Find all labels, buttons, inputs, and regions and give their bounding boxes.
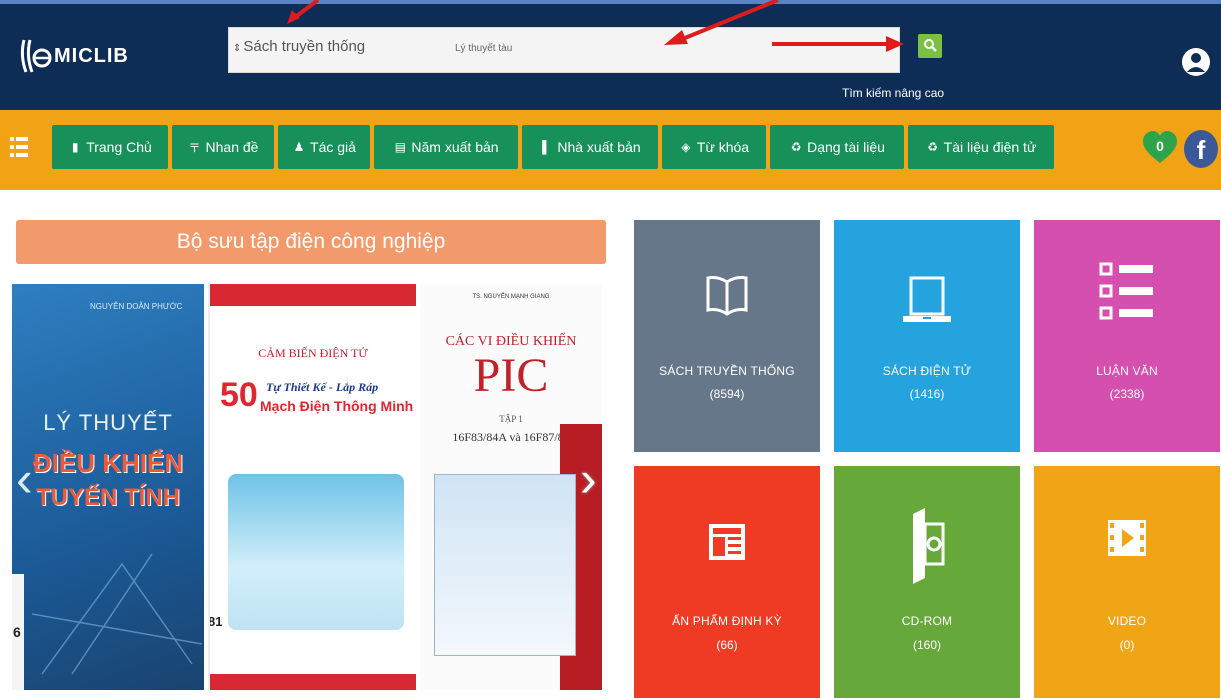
calendar-icon: ▤ bbox=[394, 140, 407, 154]
geometric-pattern bbox=[32, 553, 202, 675]
tile-theses[interactable]: LUẬN VĂN (2338) bbox=[1034, 220, 1220, 452]
book-author: TS. NGUYỄN MẠNH GIANG bbox=[472, 294, 550, 300]
tile-count: (66) bbox=[716, 638, 738, 652]
nav-author[interactable]: ♟ Tác giả bbox=[278, 125, 370, 169]
facebook-icon[interactable]: f bbox=[1184, 130, 1218, 168]
nav-publisher[interactable]: ▌ Nhà xuất bản bbox=[522, 125, 658, 169]
nav-label: Nhan đề bbox=[205, 139, 259, 155]
nav-label: Tác giả bbox=[310, 139, 356, 155]
person-icon: ♟ bbox=[293, 140, 305, 154]
search-bar: ⇕ Sách truyền thống Lý thuyết tàu bbox=[228, 27, 900, 73]
book-bottom-band bbox=[210, 674, 416, 690]
book-subtitle: CẢM BIẾN ĐIỆN TỬ bbox=[258, 346, 368, 360]
advanced-search-link[interactable]: Tìm kiếm nâng cao bbox=[842, 86, 944, 100]
list-icon bbox=[1099, 262, 1153, 320]
book-title-line: TUYẾN TÍNH bbox=[36, 484, 180, 511]
tile-traditional-books[interactable]: SÁCH TRUYỀN THỐNG (8594) bbox=[634, 220, 820, 452]
book-title-line: Mạch Điện Thông Minh bbox=[260, 398, 414, 414]
tile-label: SÁCH ĐIỆN TỬ bbox=[882, 364, 972, 378]
nav-title[interactable]: 〒 Nhan đề bbox=[172, 125, 274, 169]
nav-document-type[interactable]: ♻ Dạng tài liệu bbox=[770, 125, 904, 169]
book-side-number: 6 bbox=[13, 624, 21, 640]
slider-next-arrow-icon[interactable]: › bbox=[580, 450, 597, 508]
search-type-select[interactable]: ⇕ Sách truyền thống bbox=[233, 38, 365, 55]
nav-label: Trang Chủ bbox=[86, 139, 152, 155]
book-title-line: LÝ THUYẾT bbox=[43, 410, 173, 435]
book-screenshot-illustration bbox=[434, 474, 576, 656]
book-title-big: PIC bbox=[473, 349, 549, 402]
bookmark-icon: ▌ bbox=[542, 140, 551, 154]
book-number: 50 bbox=[220, 376, 258, 414]
book-author: NGUYỄN DOÃN PHƯỚC bbox=[90, 302, 183, 311]
tile-label: ẤN PHẨM ĐỊNH KỲ bbox=[672, 614, 782, 628]
user-account-icon[interactable] bbox=[1181, 45, 1211, 79]
nav-electronic-docs[interactable]: ♻ Tài liệu điện tử bbox=[908, 125, 1054, 169]
book-cover-3[interactable]: TS. NGUYỄN MẠNH GIANG CÁC VI ĐIỀU KHIỂN … bbox=[420, 284, 602, 690]
laptop-icon bbox=[903, 276, 951, 322]
tile-label: CD-ROM bbox=[901, 614, 953, 628]
book-title-line: ĐIỀU KHIỂN bbox=[32, 448, 184, 478]
nav-label: Dạng tài liệu bbox=[807, 139, 885, 155]
nav-home[interactable]: ▮ Trang Chủ bbox=[52, 125, 168, 169]
search-input[interactable]: Lý thuyết tàu bbox=[455, 43, 512, 54]
search-type-label: Sách truyền thống bbox=[243, 38, 366, 55]
tile-count: (8594) bbox=[709, 387, 745, 401]
open-book-icon bbox=[706, 276, 748, 316]
book-title-line: Tự Thiết Kế - Lắp Ráp bbox=[266, 380, 379, 394]
tile-count: (1416) bbox=[909, 387, 945, 401]
favorites-count: 0 bbox=[1156, 138, 1164, 154]
tile-periodicals[interactable]: ẤN PHẨM ĐỊNH KỲ (66) bbox=[634, 466, 820, 698]
select-arrows-icon: ⇕ bbox=[233, 43, 242, 54]
tile-video[interactable]: VIDEO (0) bbox=[1034, 466, 1220, 698]
book-cover-1[interactable]: NGUYỄN DOÃN PHƯỚC LÝ THUYẾT ĐIỀU KHIỂN T… bbox=[12, 284, 204, 690]
search-button[interactable] bbox=[918, 34, 942, 58]
tile-count: (0) bbox=[1119, 638, 1135, 652]
book-top-band bbox=[210, 284, 416, 306]
nav-label: Nhà xuất bản bbox=[557, 139, 641, 155]
search-icon bbox=[924, 39, 937, 52]
nav-keyword[interactable]: ◈ Từ khóa bbox=[662, 125, 766, 169]
newspaper-icon bbox=[709, 524, 745, 560]
nav-label: Từ khóa bbox=[696, 139, 750, 155]
collection-title: Bộ sưu tập điện công nghiệp bbox=[16, 220, 606, 264]
tile-label: SÁCH TRUYỀN THỐNG bbox=[659, 364, 795, 378]
nav-label: Tài liệu điện tử bbox=[943, 139, 1037, 155]
logo-mark-icon bbox=[20, 39, 52, 73]
menu-icon[interactable] bbox=[10, 136, 28, 158]
recycle-icon: ♻ bbox=[790, 140, 802, 154]
recycle-icon: ♻ bbox=[927, 140, 939, 154]
book-cover-2[interactable]: CẢM BIẾN ĐIỆN TỬ 50 Tự Thiết Kế - Lắp Rá… bbox=[208, 284, 416, 690]
tag-icon: ◈ bbox=[681, 140, 691, 154]
cd-icon bbox=[913, 508, 945, 584]
heading-icon: 〒 bbox=[188, 140, 201, 155]
book-volume: TẬP 1 bbox=[499, 414, 523, 424]
slider-prev-arrow-icon[interactable]: ‹ bbox=[16, 450, 33, 508]
nav-label: Năm xuất bản bbox=[411, 139, 499, 155]
logo-text: MICLIB bbox=[54, 44, 129, 67]
book-side-number: 81 bbox=[208, 614, 223, 629]
tile-label: VIDEO bbox=[1107, 614, 1147, 628]
tile-ebooks[interactable]: SÁCH ĐIỆN TỬ (1416) bbox=[834, 220, 1020, 452]
film-icon bbox=[1108, 520, 1146, 556]
header-top-line bbox=[0, 0, 1221, 4]
book-illustration bbox=[228, 474, 404, 630]
tile-cd-rom[interactable]: CD-ROM (160) bbox=[834, 466, 1020, 698]
tile-count: (2338) bbox=[1109, 387, 1145, 401]
nav-publish-year[interactable]: ▤ Năm xuất bản bbox=[374, 125, 518, 169]
site-logo[interactable]: MICLIB bbox=[18, 36, 129, 76]
book-icon: ▮ bbox=[71, 140, 79, 154]
tile-label: LUẬN VĂN bbox=[1096, 364, 1158, 378]
tile-count: (160) bbox=[912, 638, 941, 652]
